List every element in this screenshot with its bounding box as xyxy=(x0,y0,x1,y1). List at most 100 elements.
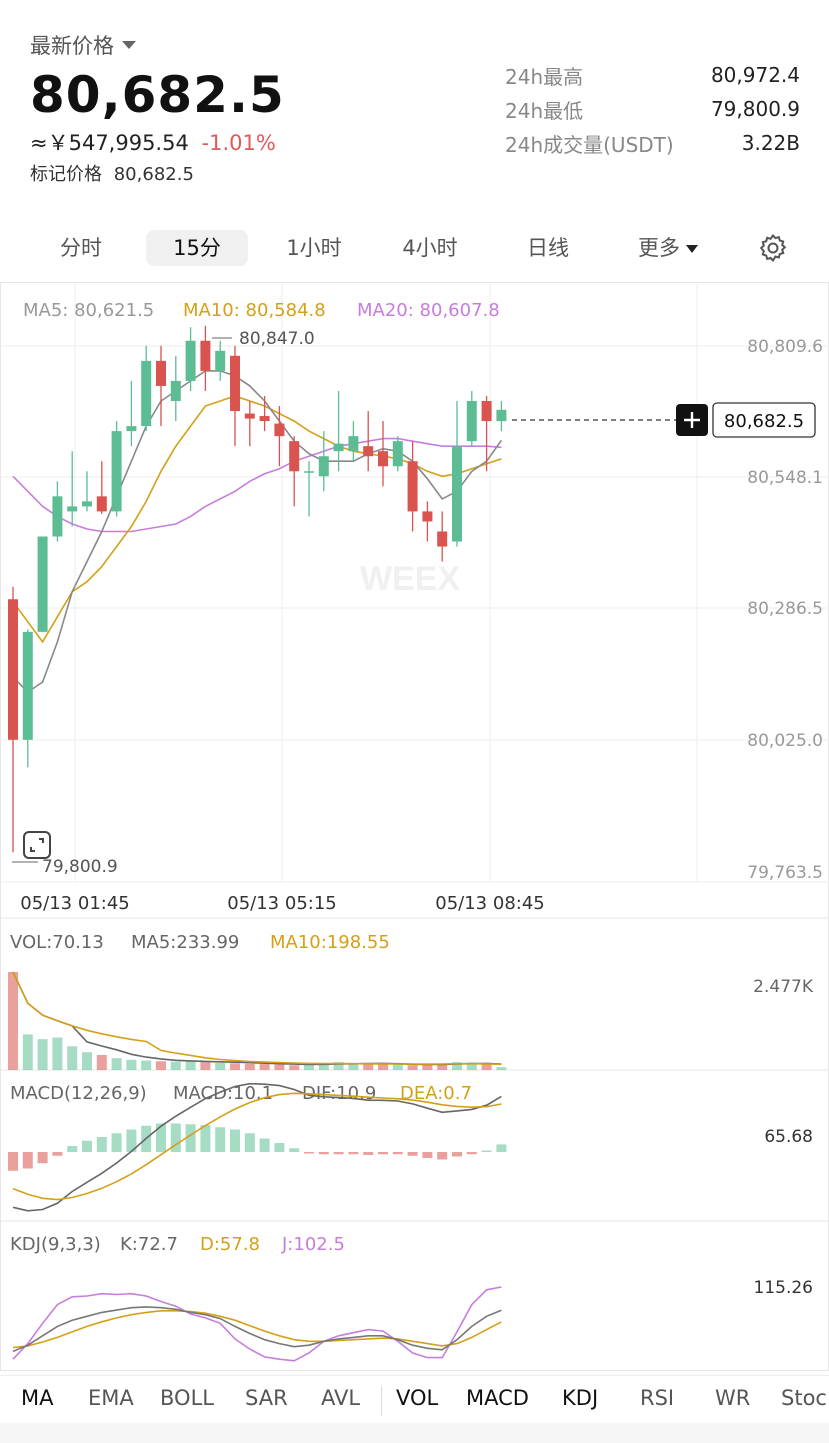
candle-body xyxy=(289,441,300,472)
x-tick: 05/13 01:45 xyxy=(20,893,129,914)
indicator-rsi[interactable]: RSI xyxy=(640,1386,674,1410)
chevron-down-icon xyxy=(122,41,136,49)
candle-body xyxy=(67,506,78,512)
change-percent: -1.01% xyxy=(201,131,276,155)
timeframe-tabs: 分时 15分 1小时 4小时 日线 更多 xyxy=(0,226,829,270)
tab-15m[interactable]: 15分 xyxy=(146,230,248,266)
volume-bar xyxy=(407,1065,418,1070)
stats-panel: 24h最高 80,972.4 24h最低 79,800.9 24h成交量(USD… xyxy=(505,58,800,160)
last-price: 80,682.5 xyxy=(30,66,285,124)
y-tick: 80,548.1 xyxy=(747,468,823,488)
indicator-macd[interactable]: MACD xyxy=(466,1386,529,1410)
tab-1h[interactable]: 1小时 xyxy=(272,230,356,266)
stat-label: 24h成交量(USDT) xyxy=(505,132,674,157)
macd-bar xyxy=(333,1152,344,1155)
macd-legend-item: MACD:10.1 xyxy=(173,1083,273,1104)
low-marker: 79,800.9 xyxy=(12,857,118,877)
macd-bar xyxy=(156,1123,166,1152)
volume-bar xyxy=(230,1063,240,1070)
ma10-legend: MA10: 80,584.8 xyxy=(183,300,326,321)
indicator-vol[interactable]: VOL xyxy=(396,1386,438,1410)
candle-body xyxy=(318,456,329,477)
volume-bar xyxy=(82,1052,92,1070)
volume-bar xyxy=(96,1054,107,1070)
volume-bar xyxy=(304,1064,314,1070)
kdj-j-line xyxy=(12,1286,502,1362)
indicator-ma[interactable]: MA xyxy=(21,1386,53,1410)
candle-body xyxy=(333,443,344,452)
vol-max-label: 2.477K xyxy=(753,977,814,997)
candle-body xyxy=(8,599,18,740)
vol-legend-item: MA5:233.99 xyxy=(131,932,239,953)
mark-price-label: 标记价格 xyxy=(30,164,102,185)
kline-chart[interactable]: WEEX MA5: 80,621.5 MA10: 80,584.8 MA20: … xyxy=(0,282,829,1372)
candle-body xyxy=(37,536,48,632)
chart-grid xyxy=(0,282,829,1371)
volume-bar xyxy=(67,1046,78,1070)
kdj-legend-item: K:72.7 xyxy=(120,1234,178,1255)
ma5-line xyxy=(12,370,503,694)
indicator-wr[interactable]: WR xyxy=(715,1386,750,1410)
indicator-boll[interactable]: BOLL xyxy=(160,1386,214,1410)
volume-bar xyxy=(378,1064,388,1070)
ma20-legend: MA20: 80,607.8 xyxy=(357,300,500,321)
candle-body xyxy=(348,436,359,452)
stat-value: 80,972.4 xyxy=(710,63,800,87)
candle-body xyxy=(111,431,122,512)
volume-bar xyxy=(215,1062,226,1070)
indicator-ema[interactable]: EMA xyxy=(88,1386,134,1410)
tab-time-share[interactable]: 分时 xyxy=(40,230,122,266)
candle-body xyxy=(156,360,166,386)
macd-bar xyxy=(392,1152,403,1155)
macd-bar xyxy=(289,1148,300,1152)
indicator-avl[interactable]: AVL xyxy=(321,1386,360,1410)
tab-1d[interactable]: 日线 xyxy=(508,230,588,266)
volume-bar xyxy=(126,1059,137,1070)
volume-bar xyxy=(141,1060,152,1070)
candle-body xyxy=(422,511,433,522)
candle-body xyxy=(466,401,477,442)
vol-legend-item: MA10:198.55 xyxy=(270,932,390,953)
candle-body xyxy=(378,451,388,467)
tab-more[interactable]: 更多 xyxy=(618,230,718,266)
macd-bar xyxy=(348,1152,359,1155)
candle-body xyxy=(52,496,63,537)
macd-bar xyxy=(422,1152,433,1158)
macd-bar xyxy=(304,1152,314,1154)
macd-bar xyxy=(200,1125,211,1152)
candle-body xyxy=(437,531,448,547)
kdj-legend-item: D:57.8 xyxy=(200,1234,260,1255)
stat-row-high: 24h最高 80,972.4 xyxy=(505,58,800,92)
vol-legend: VOL:70.13 MA5:233.99 MA10:198.55 xyxy=(10,932,390,953)
candle-body xyxy=(304,471,314,473)
indicator-stoch[interactable]: Stoc xyxy=(781,1386,827,1410)
high-label: 80,847.0 xyxy=(239,329,315,349)
y-tick: 80,025.0 xyxy=(747,731,823,751)
indicator-kdj[interactable]: KDJ xyxy=(562,1386,598,1410)
add-order-icon[interactable] xyxy=(676,404,708,436)
volume-bar xyxy=(22,1034,33,1070)
volume-bar xyxy=(156,1061,166,1070)
fullscreen-icon[interactable] xyxy=(23,831,51,859)
vol-ma5-line xyxy=(12,971,502,1066)
gear-icon[interactable] xyxy=(757,232,789,264)
stat-label: 24h最低 xyxy=(505,98,584,123)
ma-lines xyxy=(12,370,503,694)
kdj-legend-item: KDJ(9,3,3) xyxy=(10,1234,101,1255)
volume-bars xyxy=(8,971,507,1070)
macd-legend-item: MACD(12,26,9) xyxy=(10,1083,147,1104)
macd-max-label: 65.68 xyxy=(764,1127,813,1147)
volume-bar xyxy=(274,1064,285,1070)
tab-4h[interactable]: 4小时 xyxy=(384,230,476,266)
price-label[interactable]: 最新价格 xyxy=(30,30,136,60)
stat-row-low: 24h最低 79,800.9 xyxy=(505,92,800,126)
indicator-sar[interactable]: SAR xyxy=(245,1386,288,1410)
ma5-legend: MA5: 80,621.5 xyxy=(23,300,154,321)
mark-price-value: 80,682.5 xyxy=(113,164,194,185)
volume-bar xyxy=(289,1065,300,1070)
candle-body xyxy=(407,461,418,512)
macd-bar xyxy=(96,1137,107,1152)
volume-bar xyxy=(259,1064,270,1070)
volume-bar xyxy=(185,1061,196,1070)
macd-bar xyxy=(230,1129,240,1152)
